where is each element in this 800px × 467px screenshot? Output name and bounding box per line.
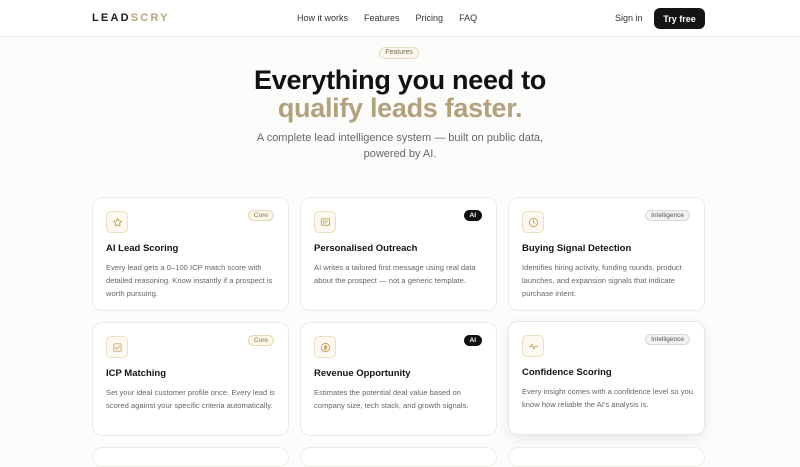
hero-title-line2: qualify leads faster.: [277, 93, 523, 123]
nav-links: How it works Features Pricing FAQ: [297, 13, 477, 23]
card-title: Confidence Scoring: [522, 367, 612, 378]
card-description: Set your ideal customer profile once. Ev…: [106, 388, 275, 410]
nav-link-how-it-works[interactable]: How it works: [297, 13, 348, 23]
check-square-icon: [106, 336, 128, 358]
feature-card-ai-lead-scoring: Core AI Lead Scoring Every lead gets a 0…: [92, 197, 289, 311]
message-icon: [314, 211, 336, 233]
card-title: Buying Signal Detection: [522, 243, 632, 254]
feature-card-icp-matching: Core ICP Matching Set your ideal custome…: [92, 322, 289, 436]
card-title: Revenue Opportunity: [314, 368, 411, 379]
hero-title-line1: Everything you need to: [254, 65, 546, 95]
top-nav: LEADSCRY How it works Features Pricing F…: [0, 0, 800, 37]
card-badge: Core: [247, 335, 274, 346]
feature-card-personalised-outreach: AI Personalised Outreach AI writes a tai…: [300, 197, 497, 311]
card-description: Every insight comes with a confidence le…: [522, 387, 693, 409]
card-description: AI writes a tailored first message using…: [314, 263, 476, 285]
card-badge: Intelligence: [645, 334, 690, 345]
section-pill: Features: [379, 47, 419, 59]
card-title: Personalised Outreach: [314, 243, 418, 254]
card-badge: AI: [463, 335, 482, 346]
feature-card-confidence-scoring: Intelligence Confidence Scoring Every in…: [508, 321, 705, 435]
nav-link-pricing[interactable]: Pricing: [416, 13, 444, 23]
brand-logo-part2: SCRY: [130, 12, 170, 24]
card-description: Estimates the potential deal value based…: [314, 388, 469, 410]
feature-card-partial: [92, 447, 289, 467]
card-badge: Core: [247, 210, 274, 221]
pulse-icon: [522, 335, 544, 357]
dollar-circle-icon: [314, 336, 336, 358]
feature-card-partial: [508, 447, 705, 467]
card-badge: AI: [463, 210, 482, 221]
brand-logo-part1: LEAD: [92, 12, 131, 24]
nav-link-features[interactable]: Features: [364, 13, 400, 23]
feature-card-buying-signal-detection: Intelligence Buying Signal Detection Ide…: [508, 197, 705, 311]
feature-card-revenue-opportunity: AI Revenue Opportunity Estimates the pot…: [300, 322, 497, 436]
card-title: AI Lead Scoring: [106, 243, 179, 254]
clock-icon: [522, 211, 544, 233]
try-free-button[interactable]: Try free: [654, 8, 705, 29]
sign-in-link[interactable]: Sign in: [615, 13, 643, 23]
feature-card-partial: [300, 447, 497, 467]
card-description: Identifies hiring activity, funding roun…: [522, 263, 682, 298]
nav-link-faq[interactable]: FAQ: [459, 13, 477, 23]
brand-logo[interactable]: LEADSCRY: [92, 12, 170, 24]
card-title: ICP Matching: [106, 368, 166, 379]
card-badge: Intelligence: [645, 210, 690, 221]
star-icon: [106, 211, 128, 233]
hero-subtitle: A complete lead intelligence system — bu…: [256, 132, 544, 160]
card-description: Every lead gets a 0–100 ICP match score …: [106, 263, 273, 298]
